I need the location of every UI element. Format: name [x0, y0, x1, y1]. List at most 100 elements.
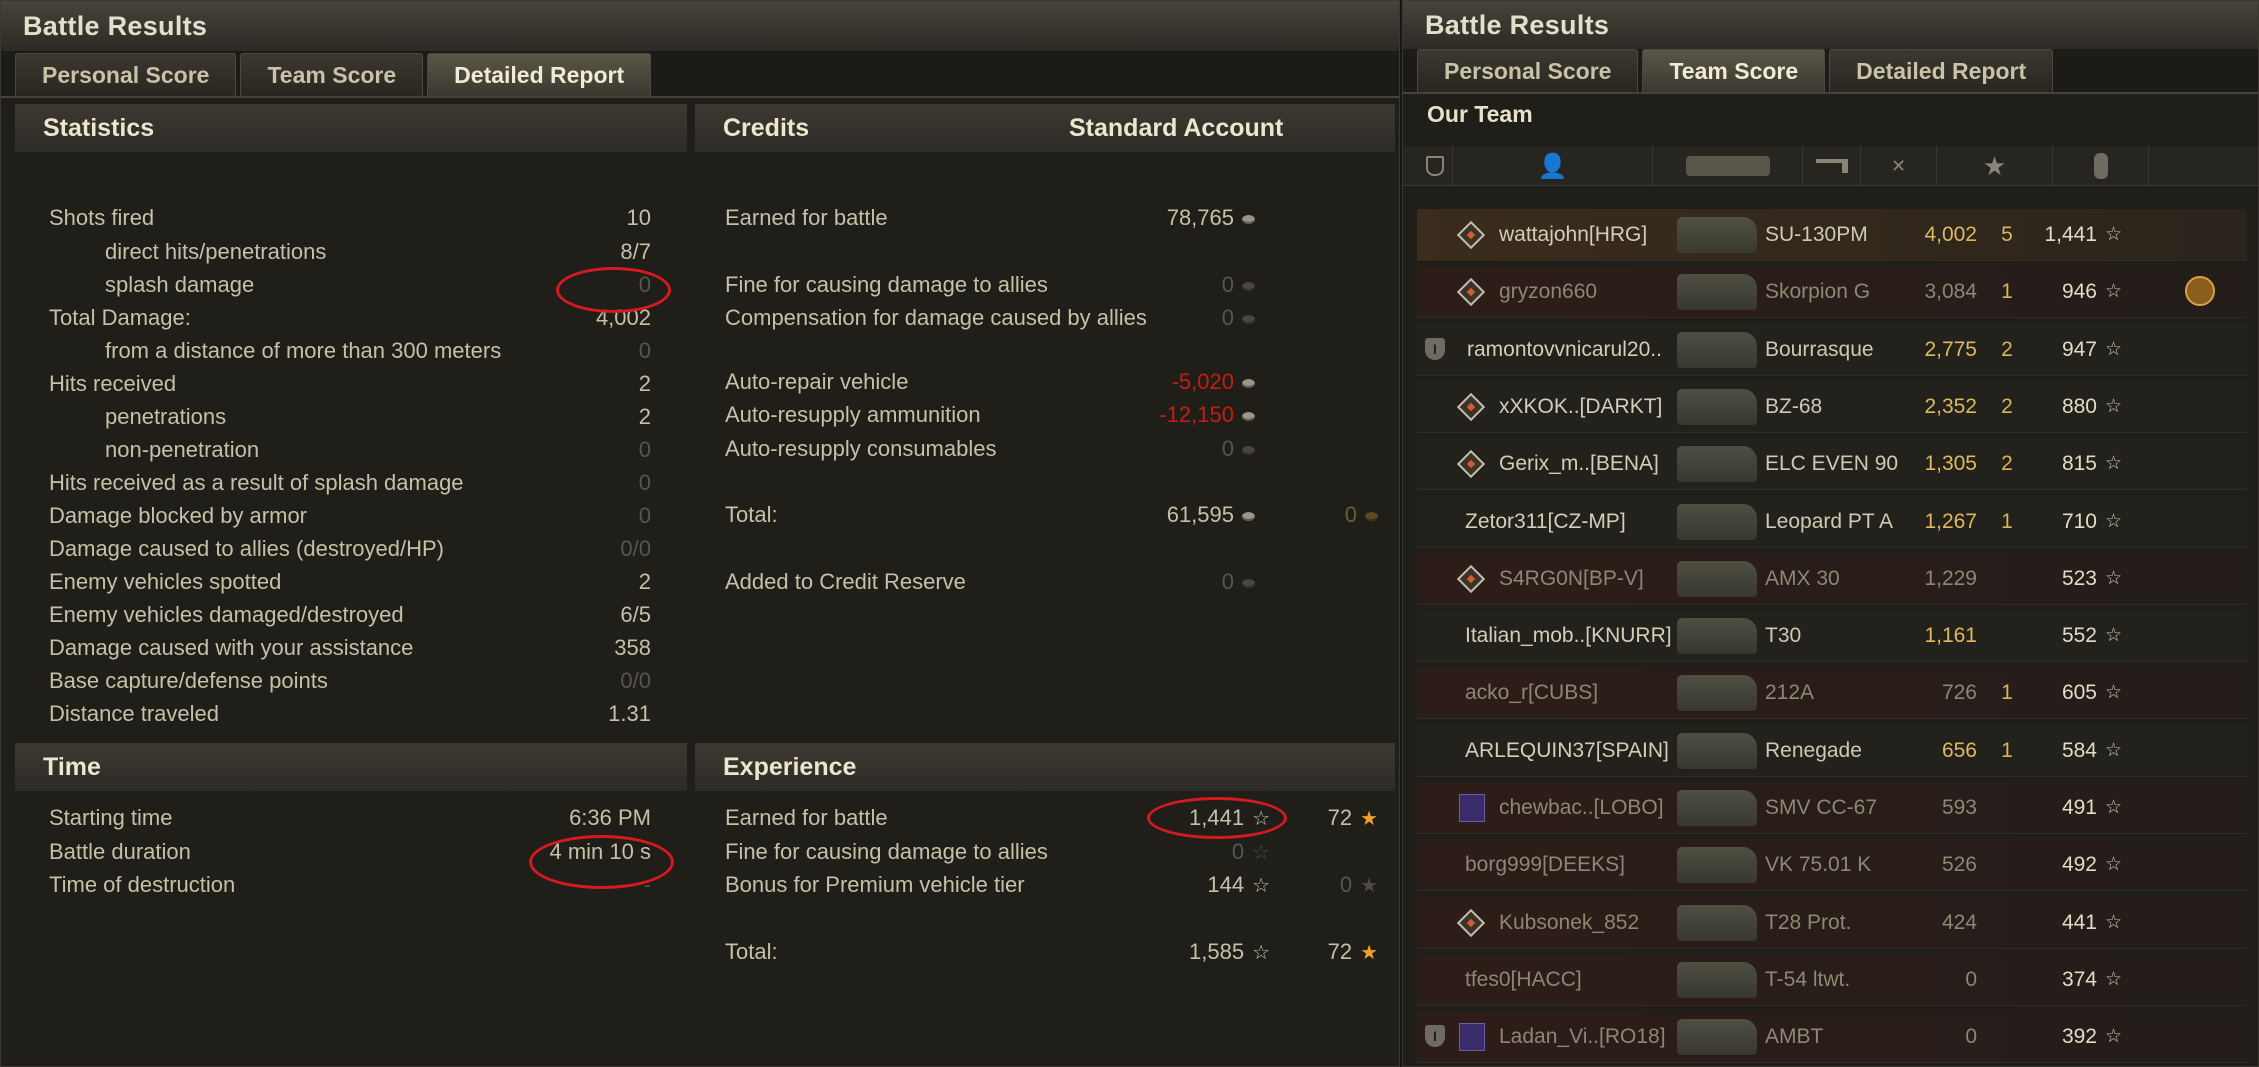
tank-icon — [1677, 560, 1757, 597]
stat-label: splash damage — [105, 272, 255, 297]
window-title: Battle Results — [1, 1, 1399, 51]
player-row[interactable]: chewbac..[LOBO] SMV CC-67 593 491 ☆ — [1417, 782, 2247, 834]
stat-value: 0 — [638, 338, 651, 363]
xp-value: 815 — [2061, 452, 2097, 476]
stat-value: 0 — [638, 470, 651, 495]
xp-star-icon: ☆ — [2105, 510, 2123, 532]
xp-value: 374 — [2061, 967, 2097, 991]
stat-row: Damage caused with your assistance 358 — [49, 631, 651, 664]
stat-row: non-penetration 0 — [105, 433, 651, 466]
credits-icon — [1242, 411, 1255, 421]
medal-column[interactable] — [2053, 146, 2149, 186]
player-name: xXKOK..[DARKT] — [1499, 394, 1663, 418]
credit-label: Earned for battle — [725, 205, 888, 230]
xp-star-icon: ☆ — [2105, 567, 2123, 589]
rank-badge-icon — [1456, 278, 1486, 307]
tab-detailed-report[interactable]: Detailed Report — [427, 53, 652, 96]
tank-icon — [1677, 904, 1757, 941]
xp-star-icon: ☆ — [2105, 682, 2123, 704]
credit-label: Added to Credit Reserve — [725, 569, 966, 594]
player-row[interactable]: Italian_mob..[KNURR] T30 1,161 552 ☆ — [1417, 610, 2247, 663]
tab-team-score[interactable]: Team Score — [1642, 49, 1826, 92]
stat-value: 2 — [638, 404, 651, 429]
player-row[interactable]: S4RG0N[BP-V] AMX 30 1,229 523 ☆ — [1417, 552, 2247, 605]
damage-value: 424 — [1941, 910, 1977, 934]
credits-icon — [1242, 214, 1255, 224]
player-column[interactable]: 👤 — [1453, 146, 1653, 186]
credits-header: Credits Standard Account — [695, 104, 1395, 152]
xp-value-wrap: 0 ☆ — [1232, 835, 1270, 870]
tank-icon — [1685, 156, 1770, 176]
player-row[interactable]: tfes0[HACC] T-54 ltwt. 0 374 ☆ — [1417, 953, 2247, 1006]
player-row[interactable]: I Ladan_Vi..[RO18] AMBT 0 392 ☆ — [1417, 1011, 2247, 1064]
damage-value: 656 — [1941, 738, 1977, 762]
vehicle-column[interactable] — [1653, 146, 1803, 186]
stat-row: Enemy vehicles spotted 2 — [49, 565, 651, 598]
xp-value: 523 — [2061, 566, 2097, 590]
tab-detailed-report[interactable]: Detailed Report — [1829, 49, 2054, 92]
stat-label: non-penetration — [105, 437, 260, 462]
premium-xp-wrap: 72 ★ — [1328, 801, 1378, 836]
xp-label: Earned for battle — [725, 805, 888, 830]
player-row[interactable]: xXKOK..[DARKT] BZ-68 2,352 2 880 ☆ — [1417, 380, 2247, 433]
xp-star-icon: ☆ — [1252, 842, 1270, 864]
clan-emblem-icon — [1459, 1023, 1485, 1052]
player-row[interactable]: borg999[DEEKS] VK 75.01 K 526 492 ☆ — [1417, 839, 2247, 892]
player-row[interactable]: Kubsonek_852 T28 Prot. 424 441 ☆ — [1417, 896, 2247, 949]
stat-label: Damage blocked by armor — [49, 503, 308, 528]
credit-value-wrap: 78,765 — [1167, 201, 1255, 234]
credits-icon — [1242, 511, 1255, 521]
medal-icon[interactable] — [2185, 276, 2215, 307]
player-name: Kubsonek_852 — [1499, 910, 1640, 934]
player-row[interactable]: Iramontovvnicarul20.. Bourrasque 2,775 2 947… — [1417, 323, 2247, 376]
xp-value: 1,585 — [1189, 939, 1245, 964]
damage-value: 593 — [1941, 796, 1977, 819]
vehicle-name: T28 Prot. — [1765, 910, 1852, 934]
team-table-header: 👤 ✕ ★ — [1403, 146, 2258, 186]
stat-value: 2 — [638, 569, 651, 594]
credit-value: -12,150 — [1159, 402, 1234, 427]
clan-emblem-icon — [1459, 794, 1485, 822]
damage-value: 0 — [1965, 967, 1977, 991]
player-name: Ladan_Vi..[RO18] — [1499, 1025, 1666, 1049]
time-header: Time — [15, 743, 687, 791]
stat-label: Hits received — [49, 371, 177, 396]
xp-column[interactable]: ★ — [1937, 146, 2053, 186]
tank-icon — [1677, 388, 1757, 425]
stat-label: Enemy vehicles spotted — [49, 569, 282, 594]
stat-row: Total Damage: 4,002 — [49, 301, 651, 334]
player-name: S4RG0N[BP-V] — [1499, 566, 1644, 590]
player-row[interactable]: Zetor311[CZ-MP] Leopard PT A 1,267 1 710 ☆ — [1417, 495, 2247, 548]
player-row[interactable]: Gerix_m..[BENA] ELC EVEN 90 1,305 2 815 ☆ — [1417, 438, 2247, 491]
kills-icon: ✕ — [1890, 155, 1907, 176]
tank-icon — [1677, 675, 1757, 712]
credit-row: Auto-resupply ammunition -12,150 — [725, 398, 1255, 431]
platoon-icon: I — [1425, 1025, 1445, 1048]
tank-icon — [1677, 847, 1757, 884]
xp-star-icon: ☆ — [2105, 224, 2123, 245]
credit-value: 61,595 — [1166, 502, 1234, 527]
player-row[interactable]: gryzon660 Skorpion G 3,084 1 946 ☆ — [1417, 266, 2247, 319]
damage-column[interactable] — [1803, 146, 1861, 186]
xp-star-icon: ☆ — [2105, 281, 2123, 303]
tab-team-score[interactable]: Team Score — [240, 53, 424, 96]
kills-column[interactable]: ✕ — [1861, 146, 1937, 186]
player-row[interactable]: wattajohn[HRG] SU-130PM 4,002 5 1,441 ☆ — [1417, 209, 2247, 261]
vehicle-name: ELC EVEN 90 — [1765, 452, 1899, 476]
tank-icon — [1677, 217, 1757, 253]
damage-value: 0 — [1965, 1025, 1977, 1049]
tank-icon — [1677, 961, 1757, 998]
squad-column[interactable] — [1417, 146, 1453, 186]
tank-icon — [1677, 274, 1757, 311]
vehicle-name: SU-130PM — [1765, 223, 1868, 246]
player-row[interactable]: ARLEQUIN37[SPAIN] Renegade 656 1 584 ☆ — [1417, 724, 2247, 777]
vehicle-name: AMX 30 — [1765, 566, 1840, 590]
tab-personal-score[interactable]: Personal Score — [15, 53, 237, 96]
stat-label: Distance traveled — [49, 701, 219, 726]
damage-value: 726 — [1941, 681, 1977, 705]
credit-row: Compensation for damage caused by allies… — [725, 301, 1255, 334]
stat-row: Damage blocked by armor 0 — [49, 499, 651, 532]
tab-personal-score[interactable]: Personal Score — [1417, 49, 1639, 92]
player-row[interactable]: acko_r[CUBS] 212A 726 1 605 ☆ — [1417, 667, 2247, 720]
xp-star-icon: ☆ — [2105, 453, 2123, 475]
